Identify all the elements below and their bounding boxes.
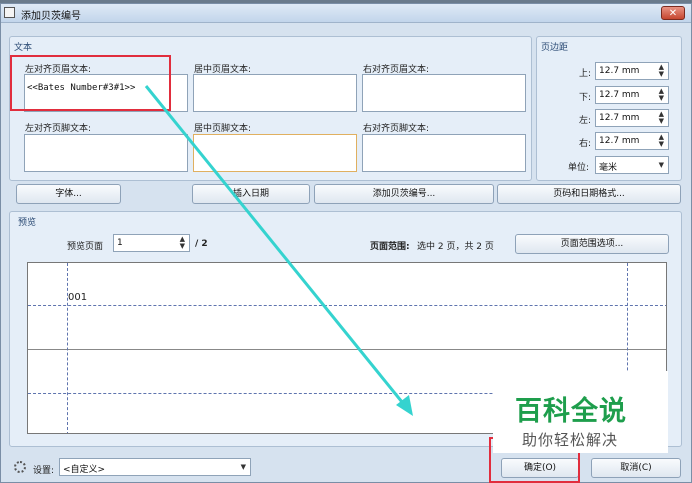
- watermark: 百科全说 助你轻松解决: [493, 371, 668, 453]
- watermark-title: 百科全说: [515, 396, 627, 427]
- watermark-subtitle: 助你轻松解决: [522, 431, 619, 449]
